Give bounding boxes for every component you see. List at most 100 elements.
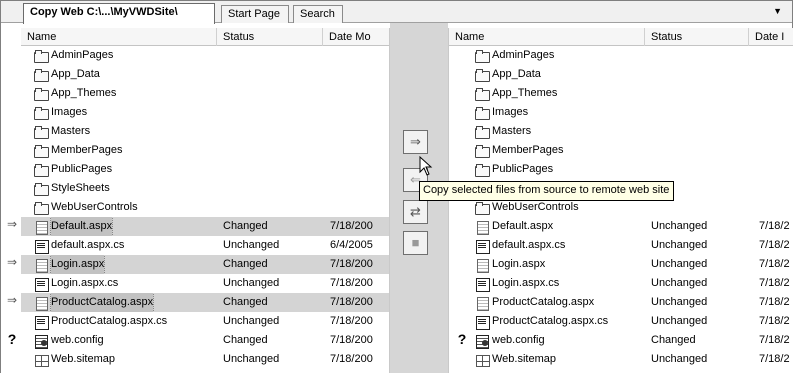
file-name: Images bbox=[51, 106, 88, 118]
status-cell bbox=[223, 179, 330, 198]
code-icon bbox=[34, 277, 49, 292]
file-name-cell: AdminPages bbox=[34, 46, 219, 65]
file-name: Login.aspx.cs bbox=[492, 277, 560, 289]
source-file-list[interactable]: Name Status Date Mo AdminPages App_Data Ap… bbox=[21, 28, 390, 373]
file-name: Masters bbox=[51, 125, 91, 137]
file-name-cell: Login.aspx.cs bbox=[475, 274, 647, 293]
folder-icon bbox=[475, 106, 490, 120]
status-cell bbox=[651, 84, 759, 103]
date-cell: 7/18/2 bbox=[759, 296, 790, 308]
chevron-down-icon[interactable]: ▼ bbox=[773, 6, 782, 16]
document-tab-strip: Copy Web C:\...\MyVWDSite\ Start Page Se… bbox=[1, 1, 792, 24]
status-cell: Unchanged bbox=[223, 315, 280, 327]
file-name: ProductCatalog.aspx bbox=[49, 293, 155, 312]
file-name-cell: Masters bbox=[475, 122, 647, 141]
table-row[interactable]: ProductCatalog.aspx.cs Unchanged 7/18/200 bbox=[21, 312, 389, 331]
code-icon bbox=[475, 277, 490, 292]
table-row[interactable]: ProductCatalog.aspx Changed 7/18/200 bbox=[21, 293, 389, 312]
folder-icon bbox=[34, 87, 49, 101]
table-row[interactable]: ProductCatalog.aspx Unchanged 7/18/2 bbox=[449, 293, 793, 312]
conflict-status-icon: ? bbox=[457, 331, 467, 347]
folder-icon bbox=[34, 182, 49, 196]
date-cell bbox=[330, 65, 389, 84]
sitemap-icon bbox=[475, 354, 490, 367]
stop-button[interactable]: ■ bbox=[403, 231, 428, 255]
table-row[interactable]: web.config Changed 7/18/200 bbox=[21, 331, 389, 350]
table-row[interactable]: MemberPages bbox=[449, 141, 793, 160]
file-name-cell: default.aspx.cs bbox=[34, 236, 219, 255]
changed-arrow-icon: ⇒ bbox=[6, 293, 18, 307]
table-row[interactable]: App_Themes bbox=[449, 84, 793, 103]
table-row[interactable]: StyleSheets bbox=[21, 179, 389, 198]
date-cell: 7/18/200 bbox=[330, 296, 373, 308]
column-date-modified[interactable]: Date I bbox=[749, 28, 793, 46]
status-cell bbox=[651, 46, 759, 65]
file-name-cell: Default.aspx bbox=[34, 217, 219, 236]
column-name[interactable]: Name bbox=[21, 28, 217, 46]
table-row[interactable]: PublicPages bbox=[21, 160, 389, 179]
status-cell bbox=[223, 160, 330, 179]
file-name-cell: Default.aspx bbox=[475, 217, 647, 236]
file-name: MemberPages bbox=[492, 144, 564, 156]
file-name-cell: ProductCatalog.aspx bbox=[475, 293, 647, 312]
table-row[interactable]: Images bbox=[21, 103, 389, 122]
table-row[interactable]: Web.sitemap Unchanged 7/18/2 bbox=[449, 350, 793, 369]
tab-search[interactable]: Search bbox=[293, 5, 343, 23]
file-name-cell: AdminPages bbox=[475, 46, 647, 65]
table-row[interactable]: Login.aspx.cs Unchanged 7/18/2 bbox=[449, 274, 793, 293]
column-status[interactable]: Status bbox=[217, 28, 323, 46]
table-row[interactable]: Masters bbox=[21, 122, 389, 141]
status-cell bbox=[223, 65, 330, 84]
file-name: web.config bbox=[492, 334, 545, 346]
date-cell bbox=[330, 122, 389, 141]
copy-to-remote-button[interactable]: ⇒ bbox=[403, 130, 428, 154]
column-status[interactable]: Status bbox=[645, 28, 749, 46]
table-row[interactable]: Login.aspx Unchanged 7/18/2 bbox=[449, 255, 793, 274]
table-row[interactable]: Images bbox=[449, 103, 793, 122]
table-row[interactable]: web.config Changed 7/18/2 bbox=[449, 331, 793, 350]
tab-copy-web[interactable]: Copy Web C:\...\MyVWDSite\ bbox=[23, 3, 215, 24]
code-icon bbox=[34, 239, 49, 254]
synchronize-button[interactable]: ⇄ bbox=[403, 200, 428, 224]
table-row[interactable]: App_Themes bbox=[21, 84, 389, 103]
folder-icon bbox=[34, 163, 49, 177]
file-name-cell: StyleSheets bbox=[34, 179, 219, 198]
file-name: Default.aspx bbox=[492, 220, 554, 232]
table-row[interactable]: Login.aspx Changed 7/18/200 bbox=[21, 255, 389, 274]
source-column-header: Name Status Date Mo bbox=[21, 28, 389, 46]
table-row[interactable]: App_Data bbox=[449, 65, 793, 84]
table-row[interactable]: App_Data bbox=[21, 65, 389, 84]
table-row[interactable]: Web.sitemap Unchanged 7/18/200 bbox=[21, 350, 389, 369]
status-cell: Changed bbox=[651, 334, 696, 346]
aspx-icon bbox=[34, 220, 48, 235]
table-row[interactable]: ProductCatalog.aspx.cs Unchanged 7/18/2 bbox=[449, 312, 793, 331]
table-row[interactable]: Default.aspx Changed 7/18/200 bbox=[21, 217, 389, 236]
table-row[interactable]: default.aspx.cs Unchanged 7/18/2 bbox=[449, 236, 793, 255]
table-row[interactable]: MemberPages bbox=[21, 141, 389, 160]
table-row[interactable]: AdminPages bbox=[21, 46, 389, 65]
conflict-status-icon: ? bbox=[7, 331, 17, 347]
folder-icon bbox=[475, 144, 490, 158]
table-row[interactable]: Masters bbox=[449, 122, 793, 141]
table-row[interactable]: Login.aspx.cs Unchanged 7/18/200 bbox=[21, 274, 389, 293]
date-cell: 6/4/2005 bbox=[330, 239, 373, 251]
file-name: Login.aspx.cs bbox=[51, 277, 119, 289]
table-row[interactable]: AdminPages bbox=[449, 46, 793, 65]
table-row[interactable]: WebUserControls bbox=[21, 198, 389, 217]
column-date-modified[interactable]: Date Mo bbox=[323, 28, 389, 46]
file-name-cell: ProductCatalog.aspx bbox=[34, 293, 219, 312]
date-cell: 7/18/2 bbox=[759, 220, 790, 232]
date-cell bbox=[330, 141, 389, 160]
code-icon bbox=[475, 315, 490, 330]
folder-icon bbox=[475, 163, 490, 177]
date-cell bbox=[759, 103, 793, 122]
table-row[interactable]: PublicPages bbox=[449, 160, 793, 179]
date-cell bbox=[759, 179, 793, 198]
file-name: AdminPages bbox=[492, 49, 555, 61]
tab-start-page[interactable]: Start Page bbox=[221, 5, 289, 23]
file-name: ProductCatalog.aspx bbox=[492, 296, 595, 308]
table-row[interactable]: default.aspx.cs Unchanged 6/4/2005 bbox=[21, 236, 389, 255]
table-row[interactable]: Default.aspx Unchanged 7/18/2 bbox=[449, 217, 793, 236]
date-cell: 7/18/2 bbox=[759, 239, 790, 251]
column-name[interactable]: Name bbox=[449, 28, 645, 46]
